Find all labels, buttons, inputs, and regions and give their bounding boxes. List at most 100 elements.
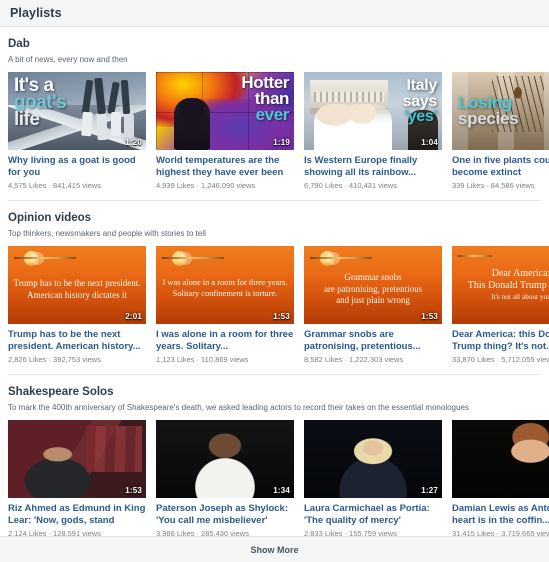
- thumbnail-overlay-text: Dear America: This Donald Trump thing? I…: [457, 268, 549, 303]
- video-card[interactable]: I was alone in a room for three years. S…: [156, 246, 294, 365]
- video-card-row: 1:53 Riz Ahmed as Edmund in King Lear: '…: [8, 420, 549, 536]
- video-title-link[interactable]: Dear America: this Donald Trump thing? I…: [452, 329, 549, 352]
- overlay-line: ever: [255, 105, 290, 124]
- section-subtitle: To mark the 400th anniversary of Shakesp…: [8, 403, 469, 412]
- section-title: Opinion videos: [8, 212, 92, 224]
- video-title-link[interactable]: Paterson Joseph as Shylock: 'You call me…: [156, 503, 294, 526]
- section-header: Opinion videos Top thinkers, newsmakers …: [8, 201, 541, 239]
- overlay-line: 'yes': [404, 108, 437, 126]
- video-stats: 8,582 Likes · 1,222,303 views: [304, 355, 404, 364]
- silhouette-icon: [174, 98, 210, 150]
- video-card[interactable]: Dear America: This Donald Trump thing? I…: [452, 246, 549, 365]
- video-card[interactable]: Hotter than ever 1:19 World temperatures…: [156, 72, 294, 191]
- video-title-link[interactable]: Why living as a goat is good for you: [8, 155, 146, 178]
- section-subtitle: A bit of news, every now and then: [8, 55, 128, 64]
- section-header: Dab A bit of news, every now and then: [8, 27, 541, 65]
- overlay-line: American history dictates it: [27, 289, 127, 300]
- video-stats: 2,833 Likes · 155,759 views: [304, 529, 397, 536]
- video-thumbnail[interactable]: It's a goat's life 1:20: [8, 72, 146, 150]
- playlists-page: Playlists Dab A bit of news, every now a…: [0, 0, 549, 562]
- video-card-row: Trump has to be the next president. Amer…: [8, 246, 549, 365]
- video-title-link[interactable]: Laura Carmichael as Portia: 'The quality…: [304, 503, 442, 526]
- video-duration-badge: 1:53: [421, 312, 438, 321]
- video-card[interactable]: 1:27 Laura Carmichael as Portia: 'The qu…: [304, 420, 442, 536]
- overlay-line: says: [402, 92, 438, 110]
- section-subtitle: Top thinkers, newsmakers and people with…: [8, 229, 206, 238]
- thumbnail-overlay-text: Italy says 'yes': [402, 77, 438, 126]
- video-thumbnail[interactable]: 1:34: [156, 420, 294, 498]
- video-title-link[interactable]: Is Western Europe finally showing all it…: [304, 155, 442, 178]
- playlist-section-shakespeare-solos: Shakespeare Solos To mark the 400th anni…: [0, 375, 549, 536]
- video-title-link[interactable]: Damian Lewis as Antony: 'My heart is in …: [452, 503, 549, 526]
- video-stats: 6,790 Likes · 410,431 views: [304, 181, 397, 190]
- video-duration-badge: 1:04: [421, 138, 438, 147]
- video-stats: 339 Likes · 84,586 views: [452, 181, 535, 190]
- video-thumbnail[interactable]: Losing species: [452, 72, 549, 150]
- overlay-line: and just plain wrong: [336, 295, 410, 305]
- section-header: Shakespeare Solos To mark the 400th anni…: [8, 375, 541, 413]
- video-stats: 4,939 Likes · 1,246,090 views: [156, 181, 256, 190]
- video-stats: 33,870 Likes · 5,712,055 views: [452, 355, 549, 364]
- guardian-logo-icon: [162, 251, 224, 266]
- video-title-link[interactable]: World temperatures are the highest they …: [156, 155, 294, 178]
- thumbnail-overlay-text: Trump has to be the next president. Amer…: [13, 278, 141, 301]
- overlay-line: Trump has to be the next president.: [13, 278, 141, 288]
- video-card[interactable]: Trump has to be the next president. Amer…: [8, 246, 146, 365]
- video-thumbnail[interactable]: Dear America: This Donald Trump thing? I…: [452, 246, 549, 324]
- video-thumbnail[interactable]: I was alone in a room for three years. S…: [156, 246, 294, 324]
- video-duration-badge: 1:20: [125, 138, 142, 147]
- video-thumbnail[interactable]: Grammar snobs are patronising, pretentio…: [304, 246, 442, 324]
- thumbnail-overlay-text: Losing species: [458, 94, 519, 128]
- video-card[interactable]: 1:53 Riz Ahmed as Edmund in King Lear: '…: [8, 420, 146, 536]
- video-thumbnail[interactable]: [452, 420, 549, 498]
- overlay-line: Solitary confinement is torture.: [172, 288, 278, 298]
- video-title-link[interactable]: Trump has to be the next president. Amer…: [8, 329, 146, 352]
- section-title: Shakespeare Solos: [8, 386, 114, 398]
- playlists-scroll-area[interactable]: Dab A bit of news, every now and then It…: [0, 27, 549, 536]
- video-card[interactable]: 1:34 Paterson Joseph as Shylock: 'You ca…: [156, 420, 294, 536]
- overlay-line: species: [458, 109, 519, 128]
- guardian-logo-icon: [458, 251, 492, 266]
- show-more-button[interactable]: Show More: [250, 545, 298, 555]
- thumbnail-overlay-text: Hotter than ever: [241, 74, 289, 123]
- video-card[interactable]: Italy says 'yes' 1:04 Is Western Europe …: [304, 72, 442, 191]
- video-card[interactable]: Losing species One in five plants could …: [452, 72, 549, 191]
- playlist-section-dab: Dab A bit of news, every now and then It…: [0, 27, 549, 201]
- video-stats: 4,575 Likes · 841,415 views: [8, 181, 101, 190]
- overlay-line: This Donald Trump thing?: [467, 279, 549, 291]
- video-stats: 31,415 Likes · 3,719,665 views: [452, 529, 549, 536]
- video-duration-badge: 1:53: [125, 486, 142, 495]
- section-title: Dab: [8, 38, 30, 50]
- overlay-line: are patronising, pretentious: [323, 283, 423, 294]
- video-card[interactable]: It's a goat's life 1:20 Why living as a …: [8, 72, 146, 191]
- video-title-link[interactable]: Riz Ahmed as Edmund in King Lear: 'Now, …: [8, 503, 146, 526]
- video-thumbnail[interactable]: Hotter than ever 1:19: [156, 72, 294, 150]
- video-stats: 2,826 Likes · 392,753 views: [8, 355, 101, 364]
- goat-legs-icon: [80, 77, 138, 144]
- thumbnail-overlay-text: Grammar snobs are patronising, pretentio…: [309, 272, 437, 307]
- video-title-link[interactable]: Grammar snobs are patronising, pretentio…: [304, 329, 442, 352]
- video-stats: 2,124 Likes · 128,591 views: [8, 529, 101, 536]
- video-thumbnail[interactable]: Trump has to be the next president. Amer…: [8, 246, 146, 324]
- video-stats: 1,123 Likes · 110,869 views: [156, 355, 249, 364]
- overlay-line: Grammar snobs: [344, 272, 402, 282]
- video-title-link[interactable]: One in five plants could become extinct: [452, 155, 549, 178]
- overlay-line: Italy: [406, 77, 437, 94]
- video-thumbnail[interactable]: Italy says 'yes' 1:04: [304, 72, 442, 150]
- page-title: Playlists: [10, 6, 62, 20]
- overlay-line: It's not all about you: [491, 292, 549, 301]
- video-duration-badge: 2:01: [125, 312, 142, 321]
- overlay-line: Dear America:: [491, 268, 549, 279]
- guardian-logo-icon: [310, 251, 372, 266]
- video-card[interactable]: Damian Lewis as Antony: 'My heart is in …: [452, 420, 549, 536]
- page-header: Playlists: [0, 0, 549, 27]
- thumbnail-overlay-text: I was alone in a room for three years. S…: [161, 278, 289, 299]
- show-more-bar[interactable]: Show More: [0, 536, 549, 562]
- video-thumbnail[interactable]: 1:27: [304, 420, 442, 498]
- playlist-section-opinion-videos: Opinion videos Top thinkers, newsmakers …: [0, 201, 549, 375]
- video-card[interactable]: Grammar snobs are patronising, pretentio…: [304, 246, 442, 365]
- video-thumbnail[interactable]: 1:53: [8, 420, 146, 498]
- video-duration-badge: 1:53: [273, 312, 290, 321]
- video-title-link[interactable]: I was alone in a room for three years. S…: [156, 329, 294, 352]
- overlay-line: I was alone in a room for three years.: [162, 278, 288, 287]
